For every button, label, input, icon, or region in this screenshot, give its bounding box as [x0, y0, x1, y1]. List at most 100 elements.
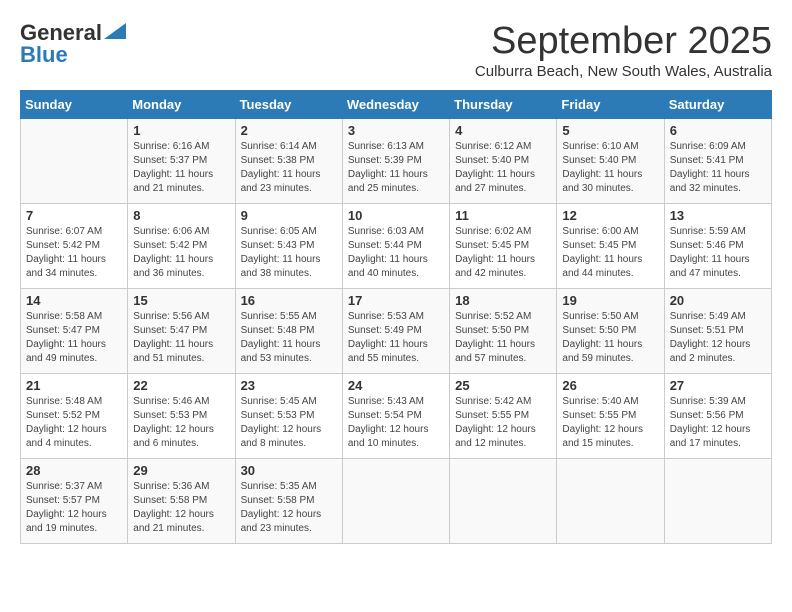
- day-number: 17: [348, 293, 444, 308]
- calendar-cell: 8 Sunrise: 6:06 AM Sunset: 5:42 PM Dayli…: [128, 204, 235, 289]
- day-info: Sunrise: 6:00 AM Sunset: 5:45 PM Dayligh…: [562, 225, 658, 281]
- calendar-cell: 7 Sunrise: 6:07 AM Sunset: 5:42 PM Dayli…: [21, 204, 128, 289]
- calendar-cell: 22 Sunrise: 5:46 AM Sunset: 5:53 PM Dayl…: [128, 374, 235, 459]
- day-number: 20: [670, 293, 766, 308]
- calendar-week-4: 21 Sunrise: 5:48 AM Sunset: 5:52 PM Dayl…: [21, 374, 772, 459]
- day-number: 30: [241, 463, 337, 478]
- day-number: 23: [241, 378, 337, 393]
- day-info: Sunrise: 6:13 AM Sunset: 5:39 PM Dayligh…: [348, 140, 444, 196]
- day-info: Sunrise: 5:36 AM Sunset: 5:58 PM Dayligh…: [133, 480, 229, 536]
- day-info: Sunrise: 5:53 AM Sunset: 5:49 PM Dayligh…: [348, 310, 444, 366]
- calendar-cell: 14 Sunrise: 5:58 AM Sunset: 5:47 PM Dayl…: [21, 289, 128, 374]
- calendar-cell: 26 Sunrise: 5:40 AM Sunset: 5:55 PM Dayl…: [557, 374, 664, 459]
- day-number: 5: [562, 123, 658, 138]
- day-info: Sunrise: 5:35 AM Sunset: 5:58 PM Dayligh…: [241, 480, 337, 536]
- day-number: 4: [455, 123, 551, 138]
- day-number: 2: [241, 123, 337, 138]
- column-header-wednesday: Wednesday: [342, 91, 449, 119]
- day-number: 22: [133, 378, 229, 393]
- logo: General Blue: [20, 20, 126, 68]
- day-info: Sunrise: 5:42 AM Sunset: 5:55 PM Dayligh…: [455, 395, 551, 451]
- calendar-week-2: 7 Sunrise: 6:07 AM Sunset: 5:42 PM Dayli…: [21, 204, 772, 289]
- calendar-cell: 16 Sunrise: 5:55 AM Sunset: 5:48 PM Dayl…: [235, 289, 342, 374]
- calendar-cell: [557, 459, 664, 544]
- calendar-body: 1 Sunrise: 6:16 AM Sunset: 5:37 PM Dayli…: [21, 119, 772, 544]
- calendar-cell: 21 Sunrise: 5:48 AM Sunset: 5:52 PM Dayl…: [21, 374, 128, 459]
- day-info: Sunrise: 6:02 AM Sunset: 5:45 PM Dayligh…: [455, 225, 551, 281]
- day-info: Sunrise: 6:12 AM Sunset: 5:40 PM Dayligh…: [455, 140, 551, 196]
- day-info: Sunrise: 5:50 AM Sunset: 5:50 PM Dayligh…: [562, 310, 658, 366]
- calendar-header-row: SundayMondayTuesdayWednesdayThursdayFrid…: [21, 91, 772, 119]
- day-number: 8: [133, 208, 229, 223]
- day-info: Sunrise: 5:37 AM Sunset: 5:57 PM Dayligh…: [26, 480, 122, 536]
- calendar-table: SundayMondayTuesdayWednesdayThursdayFrid…: [20, 90, 772, 544]
- day-number: 27: [670, 378, 766, 393]
- day-number: 3: [348, 123, 444, 138]
- day-info: Sunrise: 5:56 AM Sunset: 5:47 PM Dayligh…: [133, 310, 229, 366]
- column-header-tuesday: Tuesday: [235, 91, 342, 119]
- day-info: Sunrise: 6:05 AM Sunset: 5:43 PM Dayligh…: [241, 225, 337, 281]
- day-info: Sunrise: 6:10 AM Sunset: 5:40 PM Dayligh…: [562, 140, 658, 196]
- logo-blue: Blue: [20, 42, 68, 68]
- calendar-cell: 19 Sunrise: 5:50 AM Sunset: 5:50 PM Dayl…: [557, 289, 664, 374]
- calendar-cell: 23 Sunrise: 5:45 AM Sunset: 5:53 PM Dayl…: [235, 374, 342, 459]
- calendar-cell: 5 Sunrise: 6:10 AM Sunset: 5:40 PM Dayli…: [557, 119, 664, 204]
- day-info: Sunrise: 5:40 AM Sunset: 5:55 PM Dayligh…: [562, 395, 658, 451]
- day-info: Sunrise: 5:52 AM Sunset: 5:50 PM Dayligh…: [455, 310, 551, 366]
- calendar-cell: 11 Sunrise: 6:02 AM Sunset: 5:45 PM Dayl…: [450, 204, 557, 289]
- calendar-cell: 20 Sunrise: 5:49 AM Sunset: 5:51 PM Dayl…: [664, 289, 771, 374]
- column-header-sunday: Sunday: [21, 91, 128, 119]
- logo-icon: [104, 23, 126, 39]
- day-info: Sunrise: 6:07 AM Sunset: 5:42 PM Dayligh…: [26, 225, 122, 281]
- calendar-cell: 13 Sunrise: 5:59 AM Sunset: 5:46 PM Dayl…: [664, 204, 771, 289]
- day-number: 19: [562, 293, 658, 308]
- title-block: September 2025 Culburra Beach, New South…: [475, 20, 772, 80]
- column-header-monday: Monday: [128, 91, 235, 119]
- calendar-cell: 3 Sunrise: 6:13 AM Sunset: 5:39 PM Dayli…: [342, 119, 449, 204]
- calendar-week-3: 14 Sunrise: 5:58 AM Sunset: 5:47 PM Dayl…: [21, 289, 772, 374]
- day-number: 12: [562, 208, 658, 223]
- calendar-cell: 24 Sunrise: 5:43 AM Sunset: 5:54 PM Dayl…: [342, 374, 449, 459]
- day-number: 28: [26, 463, 122, 478]
- calendar-cell: [664, 459, 771, 544]
- day-number: 24: [348, 378, 444, 393]
- column-header-friday: Friday: [557, 91, 664, 119]
- calendar-week-1: 1 Sunrise: 6:16 AM Sunset: 5:37 PM Dayli…: [21, 119, 772, 204]
- day-number: 21: [26, 378, 122, 393]
- calendar-cell: 28 Sunrise: 5:37 AM Sunset: 5:57 PM Dayl…: [21, 459, 128, 544]
- day-info: Sunrise: 6:03 AM Sunset: 5:44 PM Dayligh…: [348, 225, 444, 281]
- day-info: Sunrise: 5:48 AM Sunset: 5:52 PM Dayligh…: [26, 395, 122, 451]
- day-number: 11: [455, 208, 551, 223]
- day-info: Sunrise: 5:49 AM Sunset: 5:51 PM Dayligh…: [670, 310, 766, 366]
- day-number: 7: [26, 208, 122, 223]
- day-info: Sunrise: 5:39 AM Sunset: 5:56 PM Dayligh…: [670, 395, 766, 451]
- day-number: 9: [241, 208, 337, 223]
- calendar-cell: 15 Sunrise: 5:56 AM Sunset: 5:47 PM Dayl…: [128, 289, 235, 374]
- day-info: Sunrise: 6:09 AM Sunset: 5:41 PM Dayligh…: [670, 140, 766, 196]
- day-info: Sunrise: 5:46 AM Sunset: 5:53 PM Dayligh…: [133, 395, 229, 451]
- day-info: Sunrise: 5:55 AM Sunset: 5:48 PM Dayligh…: [241, 310, 337, 366]
- day-number: 10: [348, 208, 444, 223]
- day-info: Sunrise: 6:16 AM Sunset: 5:37 PM Dayligh…: [133, 140, 229, 196]
- location-title: Culburra Beach, New South Wales, Austral…: [475, 63, 772, 80]
- day-number: 29: [133, 463, 229, 478]
- day-number: 15: [133, 293, 229, 308]
- calendar-cell: 4 Sunrise: 6:12 AM Sunset: 5:40 PM Dayli…: [450, 119, 557, 204]
- calendar-cell: [450, 459, 557, 544]
- calendar-cell: [342, 459, 449, 544]
- month-title: September 2025: [475, 20, 772, 63]
- day-number: 1: [133, 123, 229, 138]
- day-info: Sunrise: 5:43 AM Sunset: 5:54 PM Dayligh…: [348, 395, 444, 451]
- day-info: Sunrise: 6:06 AM Sunset: 5:42 PM Dayligh…: [133, 225, 229, 281]
- calendar-week-5: 28 Sunrise: 5:37 AM Sunset: 5:57 PM Dayl…: [21, 459, 772, 544]
- day-number: 26: [562, 378, 658, 393]
- calendar-cell: 27 Sunrise: 5:39 AM Sunset: 5:56 PM Dayl…: [664, 374, 771, 459]
- day-number: 6: [670, 123, 766, 138]
- calendar-cell: 12 Sunrise: 6:00 AM Sunset: 5:45 PM Dayl…: [557, 204, 664, 289]
- day-number: 18: [455, 293, 551, 308]
- calendar-cell: 9 Sunrise: 6:05 AM Sunset: 5:43 PM Dayli…: [235, 204, 342, 289]
- calendar-cell: [21, 119, 128, 204]
- day-info: Sunrise: 5:59 AM Sunset: 5:46 PM Dayligh…: [670, 225, 766, 281]
- day-info: Sunrise: 5:58 AM Sunset: 5:47 PM Dayligh…: [26, 310, 122, 366]
- day-info: Sunrise: 5:45 AM Sunset: 5:53 PM Dayligh…: [241, 395, 337, 451]
